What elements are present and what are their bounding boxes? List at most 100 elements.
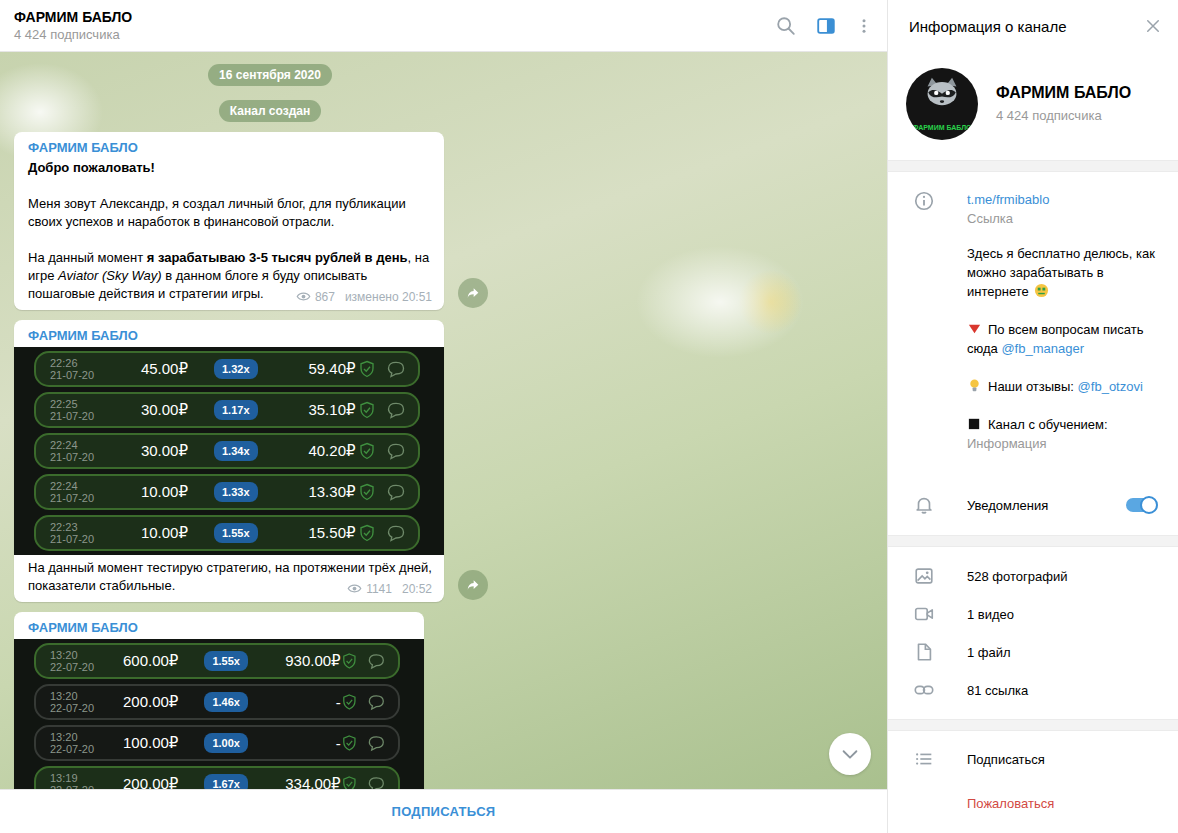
- close-icon[interactable]: [1144, 17, 1162, 35]
- text-span: Добро пожаловать!: [28, 160, 155, 175]
- action-row[interactable]: Пожаловаться: [913, 781, 1160, 825]
- section-divider: [888, 535, 1178, 547]
- chat-title-block[interactable]: ФАРМИМ БАБЛО4 424 подписчика: [14, 8, 132, 44]
- description-paragraph: Здесь я бесплатно делюсь, как можно зара…: [967, 244, 1160, 301]
- notifications-toggle[interactable]: [1126, 498, 1156, 512]
- bet-row: 22:2321-07-2010.00₽1.55x15.50₽: [34, 515, 420, 551]
- forward-button[interactable]: [458, 570, 488, 600]
- chat-bubble-icon: [367, 692, 386, 712]
- channel-subscribers: 4 424 подписчика: [996, 107, 1131, 125]
- notifications-row[interactable]: Уведомления: [913, 485, 1160, 525]
- multiplier-badge: 1.33x: [214, 482, 258, 502]
- media-row[interactable]: 528 фотографий: [913, 557, 1160, 595]
- action-label[interactable]: Пожаловаться: [967, 796, 1054, 811]
- bet-row: 13:1922-07-20200.00₽1.67x334.00₽: [34, 766, 400, 789]
- bet-date: 22-07-20: [50, 784, 100, 789]
- bet-datetime: 22:2421-07-20: [50, 439, 104, 463]
- win-amount: -: [270, 735, 341, 752]
- video-icon: [913, 603, 935, 625]
- scroll-down-button[interactable]: [829, 733, 871, 775]
- bet-row: 22:2521-07-2030.00₽1.17x35.10₽: [34, 392, 420, 428]
- message-photo[interactable]: 22:2621-07-2045.00₽1.32x59.40₽22:2521-07…: [14, 347, 444, 555]
- more-menu-icon[interactable]: [855, 15, 873, 37]
- chat-bubble-icon: [367, 651, 386, 671]
- description-span[interactable]: @fb_otzovi: [1078, 379, 1143, 394]
- info-icon: [913, 190, 935, 212]
- win-amount: 35.10₽: [280, 401, 356, 419]
- link-caption: Ссылка: [967, 209, 1160, 228]
- message-bubble[interactable]: ФАРМИМ БАБЛОДобро пожаловать! Меня зовут …: [14, 132, 444, 310]
- bet-date: 21-07-20: [50, 451, 104, 463]
- info-texts: t.me/frmibabloСсылка Здесь я бесплатно де…: [967, 190, 1160, 453]
- photo-icon: [913, 565, 935, 587]
- message-bubble[interactable]: ФАРМИМ БАБЛО13:2022-07-20600.00₽1.55x930…: [14, 612, 424, 789]
- channel-avatar[interactable]: ФАРМИМ БАБЛО: [906, 68, 978, 140]
- bet-datetime: 13:2022-07-20: [50, 649, 100, 673]
- message-meta: 867изменено 20:51: [296, 289, 432, 304]
- forward-arrow-icon: [465, 285, 481, 301]
- win-amount: -: [270, 694, 341, 711]
- message-photo[interactable]: 13:2022-07-20600.00₽1.55x930.00₽13:2022-…: [14, 639, 424, 789]
- chat-bubble-icon: [367, 733, 386, 753]
- bet-time: 22:24: [50, 480, 104, 492]
- channel-link[interactable]: t.me/frmibablo: [967, 190, 1160, 209]
- action-label[interactable]: Подписаться: [967, 752, 1045, 767]
- raccoon-logo-icon: [916, 72, 968, 124]
- chat-title[interactable]: ФАРМИМ БАБЛО: [14, 8, 132, 26]
- text-span: Меня зовут Александр, я создал личный бл…: [28, 196, 406, 229]
- black-square-icon: [967, 416, 982, 431]
- action-row[interactable]: Подписаться: [913, 737, 1160, 781]
- message-bubble[interactable]: ФАРМИМ БАБЛО22:2621-07-2045.00₽1.32x59.4…: [14, 320, 444, 602]
- search-icon[interactable]: [775, 15, 797, 37]
- views-icon: [296, 289, 311, 304]
- description-paragraph: Канал с обучением: Информация: [967, 415, 1160, 453]
- bet-date: 22-07-20: [50, 661, 100, 673]
- message-row: ФАРМИМ БАБЛО13:2022-07-20600.00₽1.55x930…: [14, 612, 540, 789]
- media-row[interactable]: 1 видео: [913, 595, 1160, 633]
- message-history: 16 сентября 2020Канал созданФАРМИМ БАБЛО…: [0, 52, 887, 789]
- message-author[interactable]: ФАРМИМ БАБЛО: [14, 320, 444, 347]
- toggle-knob: [1140, 496, 1158, 514]
- multiplier-badge: 1.00x: [204, 733, 248, 753]
- chat-pane: ФАРМИМ БАБЛО4 424 подписчика16 сентября …: [0, 0, 887, 833]
- media-row[interactable]: 1 файл: [913, 633, 1160, 671]
- multiplier-badge: 1.55x: [204, 651, 248, 671]
- text-span: Aviator (Sky Way): [58, 268, 162, 283]
- message-author[interactable]: ФАРМИМ БАБЛО: [14, 132, 444, 159]
- notifications-label: Уведомления: [967, 498, 1094, 513]
- bet-row: 13:2022-07-20200.00₽1.46x-: [34, 684, 400, 720]
- sidebar-toggle-icon[interactable]: [815, 15, 837, 37]
- bet-time: 22:23: [50, 521, 104, 533]
- win-amount: 40.20₽: [280, 442, 356, 460]
- service-message: Канал создан: [219, 100, 321, 122]
- description-paragraph: Наши отзывы: @fb_otzovi: [967, 377, 1160, 396]
- bell-icon: [913, 494, 935, 516]
- subscribe-button[interactable]: ПОДПИСАТЬСЯ: [391, 804, 495, 819]
- bet-amount: 10.00₽: [104, 483, 188, 501]
- actions-section: Подписаться Пожаловаться: [888, 731, 1178, 825]
- description-span: Канал с обучением:: [988, 417, 1108, 432]
- bet-amount: 30.00₽: [104, 401, 188, 419]
- description-span[interactable]: Информация: [967, 434, 1160, 453]
- bet-row: 13:2022-07-20600.00₽1.55x930.00₽: [34, 643, 400, 679]
- link-icon: [913, 679, 935, 701]
- profile-text: ФАРМИМ БАБЛО 4 424 подписчика: [996, 83, 1131, 125]
- chat-subscribers: 4 424 подписчика: [14, 26, 132, 44]
- media-row[interactable]: 81 ссылка: [913, 671, 1160, 709]
- shield-check-icon: [341, 775, 358, 789]
- win-amount: 59.40₽: [280, 360, 356, 378]
- description-span[interactable]: @fb_manager: [1001, 341, 1084, 356]
- bet-time: 13:20: [50, 649, 100, 661]
- message-author[interactable]: ФАРМИМ БАБЛО: [14, 612, 424, 639]
- list-icon: [913, 748, 935, 770]
- bet-datetime: 22:2521-07-20: [50, 398, 104, 422]
- info-panel: Информация о каналеФАРМИМ БАБЛОФАРМИМ БА…: [887, 0, 1178, 833]
- message-paragraph: Добро пожаловать!: [28, 159, 432, 177]
- forward-button[interactable]: [458, 278, 488, 308]
- views-count: 1141: [366, 582, 392, 596]
- channel-name: ФАРМИМ БАБЛО: [996, 83, 1131, 103]
- bet-amount: 10.00₽: [104, 524, 188, 542]
- subscribe-bar[interactable]: ПОДПИСАТЬСЯ: [0, 789, 887, 833]
- red-triangle-icon: [967, 321, 982, 336]
